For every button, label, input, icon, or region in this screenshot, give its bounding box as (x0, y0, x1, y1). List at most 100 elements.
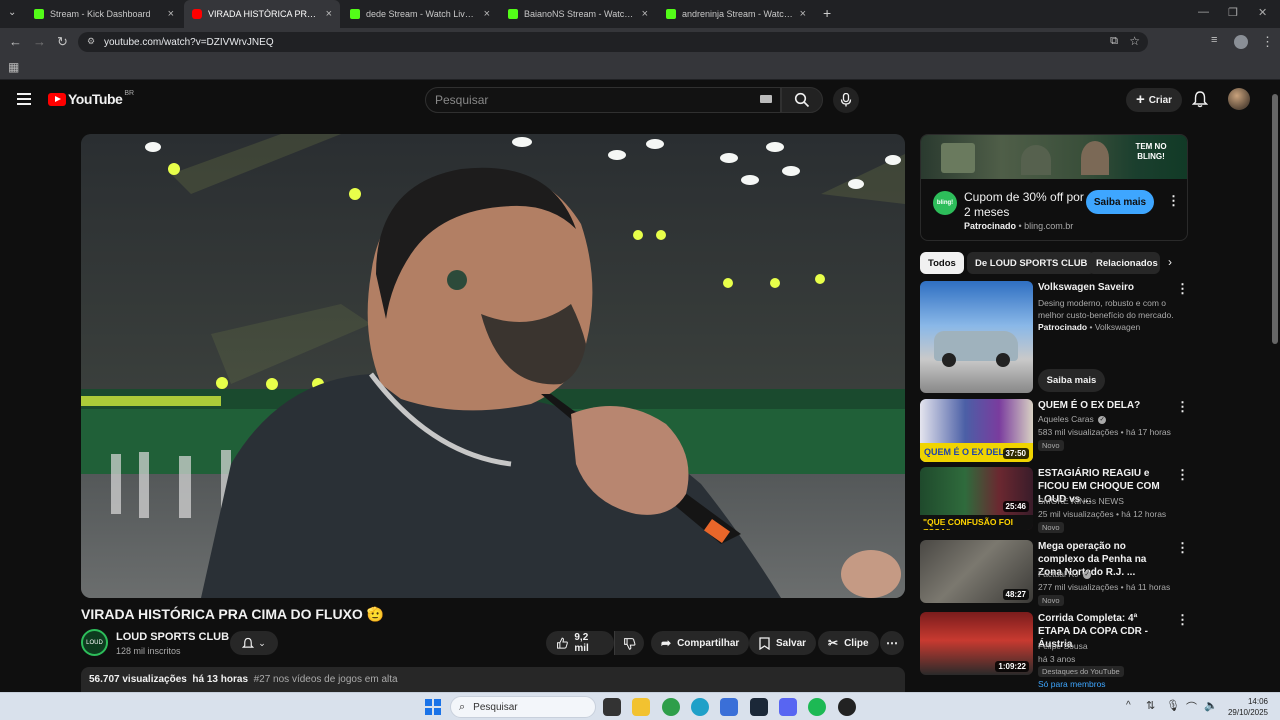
edge-icon[interactable] (691, 698, 709, 716)
tab-search-icon[interactable]: ⌄ (8, 7, 16, 18)
minimize-icon[interactable]: — (1198, 6, 1209, 18)
bookmark-star-icon[interactable]: ☆ (1129, 34, 1140, 48)
rec-channel: SMOKE KINGs NEWS (1038, 496, 1124, 506)
close-tab-icon[interactable]: × (800, 8, 806, 20)
new-tab-icon[interactable]: + (823, 5, 831, 21)
rec-menu-icon[interactable]: ⋮ (1176, 540, 1189, 556)
keyboard-icon[interactable] (760, 95, 772, 103)
recommendation-item[interactable]: QUEM É O EX DELA 37:50 QUEM É O EX DELA?… (920, 399, 1189, 462)
ad-sponsored-line: Patrocinado • bling.com.br (964, 221, 1074, 231)
task-view-icon[interactable] (603, 698, 621, 716)
save-button[interactable]: Salvar (749, 631, 817, 655)
chevron-right-icon[interactable]: › (1168, 255, 1172, 269)
browser-tab[interactable]: andreninja Stream - Watch Live on Kick × (658, 0, 814, 28)
install-app-icon[interactable]: ⧉ (1110, 35, 1118, 48)
search-icon (794, 92, 810, 108)
ad-cta-button[interactable]: Saiba mais (1086, 190, 1154, 214)
windows-start-icon[interactable] (425, 699, 441, 715)
create-button[interactable]: + Criar (1126, 88, 1182, 112)
hamburger-menu-icon[interactable] (17, 93, 31, 105)
notifications-bell-icon[interactable] (1192, 90, 1208, 108)
outlook-icon[interactable] (720, 698, 738, 716)
channel-avatar[interactable]: LOUD (81, 629, 108, 656)
spotify-icon[interactable] (808, 698, 826, 716)
scrollbar-thumb[interactable] (1272, 94, 1278, 344)
page-scrollbar[interactable] (1270, 80, 1280, 692)
file-explorer-icon[interactable] (632, 698, 650, 716)
close-tab-icon[interactable]: × (642, 8, 648, 20)
dislike-button[interactable] (614, 631, 644, 655)
share-button[interactable]: ➦ Compartilhar (651, 631, 750, 655)
more-horizontal-icon: ⋯ (886, 636, 898, 650)
address-bar[interactable]: ⚙ youtube.com/watch?v=DZIVWrvJNEQ ⧉ ☆ (78, 32, 1148, 52)
obs-icon[interactable] (838, 698, 856, 716)
more-actions-button[interactable]: ⋯ (880, 631, 904, 655)
rec-badge: Destaques do YouTube (1038, 666, 1124, 677)
kick-icon (34, 9, 44, 19)
volume-icon[interactable]: 🔈 (1204, 699, 1218, 712)
taskbar-search[interactable]: ⌕ Pesquisar (450, 696, 596, 718)
apps-grid-icon[interactable]: ▦ (8, 60, 19, 74)
thumbnail: 48:27 (920, 540, 1033, 603)
discord-icon[interactable] (779, 698, 797, 716)
rec-cta-button[interactable]: Saiba mais (1038, 369, 1105, 392)
recommendation-item[interactable]: 1:09:22 Corrida Completa: 4ª ETAPA DA CO… (920, 612, 1189, 692)
forward-icon[interactable]: → (33, 34, 46, 49)
video-player[interactable] (81, 134, 905, 598)
microphone-icon[interactable]: 🎙 (1166, 699, 1180, 712)
steam-icon[interactable] (750, 698, 768, 716)
recommendation-item[interactable]: "QUE CONFUSÃO FOI ESSA" 25:46 ESTAGIÁRIO… (920, 467, 1189, 533)
browser-tab[interactable]: Stream - Kick Dashboard × (26, 0, 182, 28)
network-icon[interactable]: ⇅ (1146, 699, 1155, 712)
kick-icon (350, 9, 360, 19)
sponsored-ad-card[interactable]: TEM NO BLING! bling! Cupom de 30% off po… (920, 134, 1188, 241)
ad-title: Cupom de 30% off por 2 meses (964, 190, 1084, 219)
rec-menu-icon[interactable]: ⋮ (1176, 612, 1189, 628)
reading-list-icon[interactable]: ≡ (1211, 34, 1217, 46)
clip-button[interactable]: ✂ Clipe (818, 631, 879, 655)
back-icon[interactable]: ← (9, 34, 22, 49)
channel-name[interactable]: LOUD SPORTS CLUB (116, 631, 229, 643)
youtube-logo[interactable]: YouTube BR (48, 90, 134, 107)
search-button[interactable] (781, 87, 823, 113)
close-tab-icon[interactable]: × (168, 8, 174, 20)
chrome-icon[interactable] (662, 698, 680, 716)
maximize-icon[interactable]: ❐ (1228, 6, 1238, 19)
recommendation-item[interactable]: 48:27 Mega operação no complexo da Penha… (920, 540, 1189, 606)
site-info-icon[interactable]: ⚙ (87, 36, 95, 47)
rec-menu-icon[interactable]: ⋮ (1176, 399, 1189, 415)
tray-chevron-icon[interactable]: ^ (1126, 700, 1131, 711)
profile-icon[interactable] (1234, 35, 1248, 49)
recommendation-ad-volkswagen[interactable]: Volkswagen Saveiro Desing moderno, robus… (920, 281, 1189, 393)
account-avatar[interactable] (1228, 88, 1250, 110)
rec-menu-icon[interactable]: ⋮ (1176, 467, 1189, 483)
wifi-icon[interactable]: ⌒ (1186, 699, 1197, 715)
close-window-icon[interactable]: ✕ (1258, 6, 1267, 19)
video-frame (81, 134, 905, 598)
ad-menu-icon[interactable]: ⋮ (1167, 193, 1180, 209)
reload-icon[interactable]: ↻ (57, 34, 68, 50)
browser-tab[interactable]: dede Stream - Watch Live on Kick × (342, 0, 498, 28)
rec-description: Desing moderno, robusto e com o melhor c… (1038, 298, 1174, 320)
rec-menu-icon[interactable]: ⋮ (1176, 281, 1189, 297)
browser-tab[interactable]: BaianoNS Stream - Watch Live on Kick × (500, 0, 656, 28)
close-tab-icon[interactable]: × (484, 8, 490, 20)
voice-search-button[interactable] (833, 87, 859, 113)
browser-tab-strip: ⌄ Stream - Kick Dashboard × VIRADA HISTÓ… (0, 0, 1280, 28)
rec-title: QUEM É O EX DELA? (1038, 400, 1141, 411)
search-input[interactable]: Pesquisar (425, 87, 781, 113)
subscription-bell-button[interactable]: ⌄ (230, 631, 278, 655)
chip-channel[interactable]: De LOUD SPORTS CLUB (967, 252, 1096, 274)
taskbar-clock[interactable]: 14:06 29/10/2025 (1228, 696, 1268, 718)
verified-icon: ✓ (1083, 570, 1091, 579)
chip-relacionados[interactable]: Relacionados (1088, 252, 1160, 274)
rec-meta: há 3 anos (1038, 654, 1076, 664)
menu-dots-icon[interactable]: ⋮ (1261, 34, 1274, 50)
subscriber-count: 128 mil inscritos (116, 646, 181, 656)
description-box[interactable]: 56.707 visualizações há 13 horas #27 nos… (81, 667, 905, 692)
like-button[interactable]: 9,2 mil (546, 631, 614, 655)
close-tab-icon[interactable]: × (326, 8, 332, 20)
chip-todos[interactable]: Todos (920, 252, 964, 274)
thumbnail (920, 281, 1033, 393)
browser-tab-active[interactable]: VIRADA HISTÓRICA PRA CIMA DO FLUXO × (184, 0, 340, 28)
